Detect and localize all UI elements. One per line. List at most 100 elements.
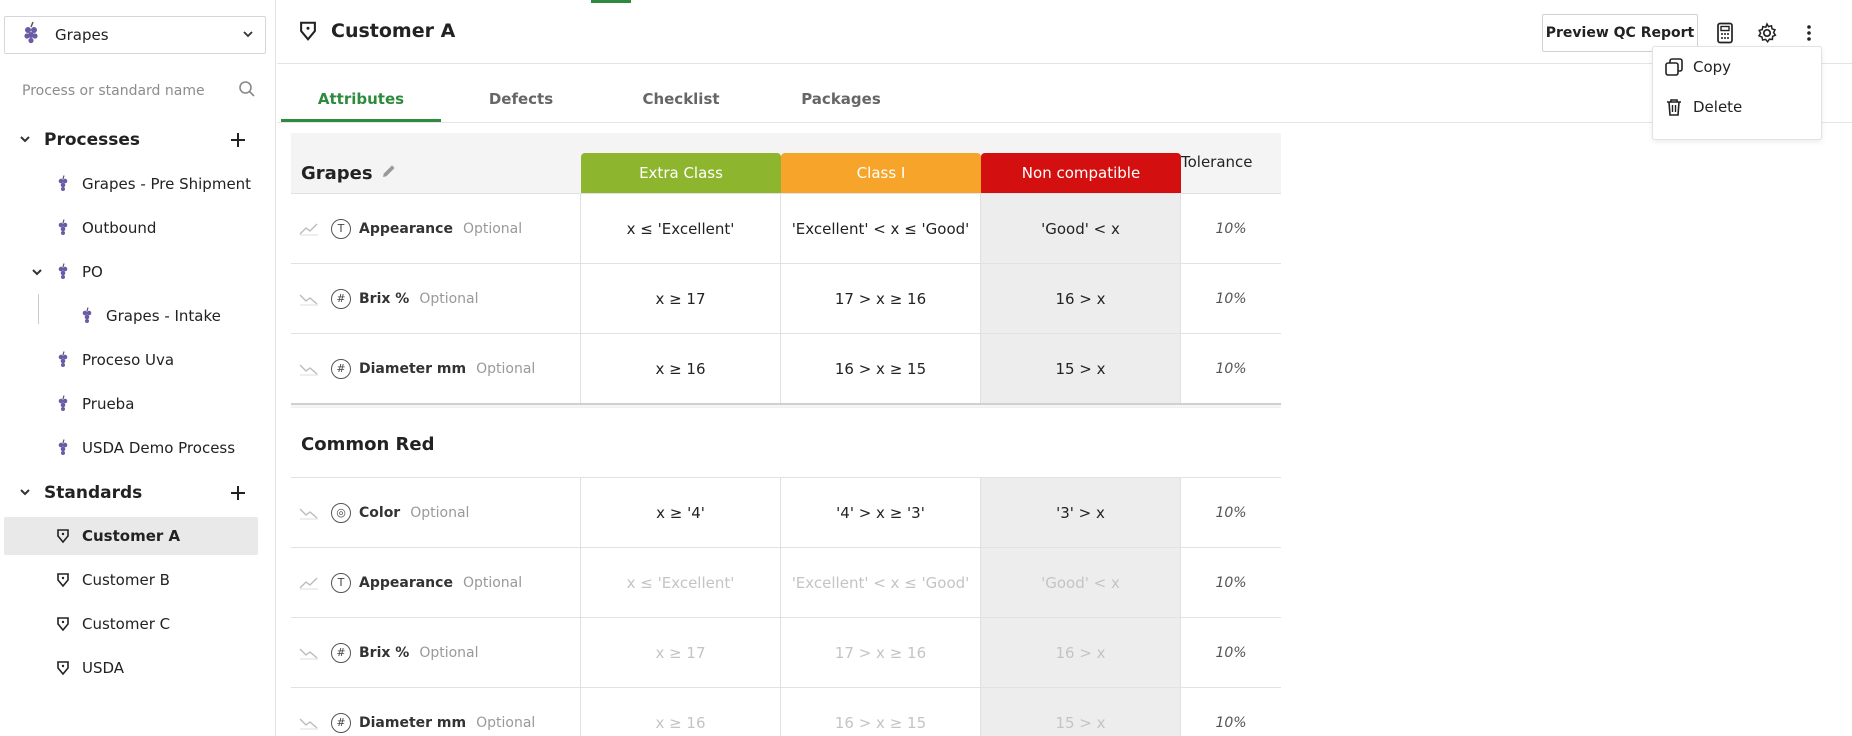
non-compatible-rule[interactable]: '3' > x xyxy=(981,478,1181,547)
class-i-rule[interactable]: 17 > x ≥ 16 xyxy=(781,264,981,333)
gear-icon[interactable] xyxy=(1754,20,1780,46)
add-standard-button[interactable] xyxy=(216,484,260,502)
grape-icon xyxy=(21,21,41,49)
extra-class-rule[interactable]: x ≥ 17 xyxy=(581,618,781,687)
page-title: Customer A xyxy=(297,20,455,42)
trend-down-icon xyxy=(299,506,321,520)
non-compatible-rule[interactable]: 16 > x xyxy=(981,264,1181,333)
tolerance-value[interactable]: 10% xyxy=(1181,334,1281,403)
non-compatible-rule[interactable]: 'Good' < x xyxy=(981,548,1181,617)
chevron-down-icon[interactable] xyxy=(30,265,54,279)
table-row[interactable]: # Brix % Optional x ≥ 17 17 > x ≥ 16 16 > … xyxy=(291,263,1281,333)
search-input[interactable] xyxy=(22,83,238,99)
extra-class-rule[interactable]: x ≥ '4' xyxy=(581,478,781,547)
class-i-rule[interactable]: 16 > x ≥ 15 xyxy=(781,688,981,736)
menu-item-delete[interactable]: Delete xyxy=(1653,87,1821,127)
sidebar-item-label: Grapes - Intake xyxy=(106,307,221,325)
grade-class-i: Class I xyxy=(781,153,981,193)
chevron-down-icon[interactable] xyxy=(18,484,32,503)
menu-item-copy[interactable]: Copy xyxy=(1653,47,1821,87)
class-i-rule[interactable]: 'Excellent' < x ≤ 'Good' xyxy=(781,194,981,263)
page-title-text: Customer A xyxy=(331,20,456,42)
group-header: Grapes Extra Class Class I Non compatibl… xyxy=(291,133,1281,193)
sidebar-item-process[interactable]: PO xyxy=(4,253,258,291)
sidebar-item-process[interactable]: Outbound xyxy=(4,209,258,247)
number-type-icon: # xyxy=(331,288,351,309)
tolerance-value[interactable]: 10% xyxy=(1181,194,1281,263)
tab-attributes[interactable]: Attributes xyxy=(281,80,441,122)
sidebar-item-label: Proceso Uva xyxy=(82,351,175,369)
tolerance-value[interactable]: 10% xyxy=(1181,548,1281,617)
optional-label: Optional xyxy=(476,714,536,731)
tolerance-value[interactable]: 10% xyxy=(1181,688,1281,736)
sidebar-item-standard[interactable]: Customer C xyxy=(4,605,258,643)
sidebar-item-process[interactable]: Prueba xyxy=(4,385,258,423)
sidebar-item-process[interactable]: Grapes - Pre Shipment xyxy=(4,165,258,203)
trend-down-icon xyxy=(299,646,321,660)
tag-icon xyxy=(54,616,72,632)
non-compatible-rule[interactable]: 15 > x xyxy=(981,334,1181,403)
sidebar-item-process[interactable]: Grapes - Intake xyxy=(4,297,258,335)
chevron-down-icon[interactable] xyxy=(18,131,32,150)
tab-checklist[interactable]: Checklist xyxy=(601,80,761,122)
grape-icon xyxy=(54,175,72,193)
extra-class-rule[interactable]: x ≤ 'Excellent' xyxy=(581,194,781,263)
trend-down-icon xyxy=(299,362,321,376)
grade-extra-class: Extra Class xyxy=(581,153,781,193)
sidebar-item-process[interactable]: Proceso Uva xyxy=(4,341,258,379)
grape-icon xyxy=(54,219,72,237)
sidebar-item-standard[interactable]: USDA xyxy=(4,649,258,687)
grape-icon xyxy=(54,351,72,369)
calculator-icon[interactable] xyxy=(1712,20,1738,46)
table-row[interactable]: # Diameter mm Optional x ≥ 16 16 > x ≥ 15 … xyxy=(291,333,1281,403)
sidebar-item-standard[interactable]: Customer B xyxy=(4,561,258,599)
tolerance-value[interactable]: 10% xyxy=(1181,478,1281,547)
app-root: Grapes Processes Grapes - Pre Shipment O… xyxy=(0,0,1852,736)
table-row[interactable]: # Diameter mm Optional x ≥ 16 16 > x ≥ 15 … xyxy=(291,687,1281,736)
header: Customer A Preview QC Report xyxy=(277,0,1852,64)
crop-selector[interactable]: Grapes xyxy=(4,16,266,54)
extra-class-rule[interactable]: x ≥ 17 xyxy=(581,264,781,333)
sidebar: Grapes Processes Grapes - Pre Shipment O… xyxy=(0,0,276,736)
non-compatible-rule[interactable]: 'Good' < x xyxy=(981,194,1181,263)
non-compatible-rule[interactable]: 15 > x xyxy=(981,688,1181,736)
class-i-rule[interactable]: '4' > x ≥ '3' xyxy=(781,478,981,547)
table-row[interactable]: # Brix % Optional x ≥ 17 17 > x ≥ 16 16 > … xyxy=(291,617,1281,687)
tag-icon xyxy=(297,20,319,42)
table-row[interactable]: T Appearance Optional x ≤ 'Excellent' 'Exc… xyxy=(291,547,1281,617)
tab-packages[interactable]: Packages xyxy=(761,80,921,122)
trend-down-icon xyxy=(299,292,321,306)
tabs-divider xyxy=(277,122,1852,123)
number-type-icon: # xyxy=(331,358,351,379)
add-process-button[interactable] xyxy=(216,131,260,149)
processes-section-header[interactable]: Processes xyxy=(0,118,276,162)
edit-icon[interactable] xyxy=(379,161,399,185)
standards-title: Standards xyxy=(44,483,143,503)
class-i-rule[interactable]: 17 > x ≥ 16 xyxy=(781,618,981,687)
grape-icon xyxy=(54,395,72,413)
trend-up-icon xyxy=(299,576,321,590)
sidebar-item-standard[interactable]: Customer A xyxy=(4,517,258,555)
table-row[interactable]: ◎ Color Optional x ≥ '4' '4' > x ≥ '3' '3'… xyxy=(291,477,1281,547)
processes-title: Processes xyxy=(44,130,141,150)
sidebar-item-process[interactable]: USDA Demo Process xyxy=(4,429,258,467)
group-name: Common Red xyxy=(301,434,435,455)
extra-class-rule[interactable]: x ≥ 16 xyxy=(581,334,781,403)
attribute-name: Brix % xyxy=(359,644,410,661)
more-vertical-icon[interactable] xyxy=(1796,20,1822,46)
tolerance-value[interactable]: 10% xyxy=(1181,264,1281,333)
table-row[interactable]: T Appearance Optional x ≤ 'Excellent' 'Exc… xyxy=(291,193,1281,263)
search-icon[interactable] xyxy=(238,80,256,102)
class-i-rule[interactable]: 16 > x ≥ 15 xyxy=(781,334,981,403)
extra-class-rule[interactable]: x ≥ 16 xyxy=(581,688,781,736)
tolerance-header: Tolerance xyxy=(1181,153,1253,171)
optional-label: Optional xyxy=(462,574,523,591)
non-compatible-rule[interactable]: 16 > x xyxy=(981,618,1181,687)
standards-section-header[interactable]: Standards xyxy=(0,471,276,515)
class-i-rule[interactable]: 'Excellent' < x ≤ 'Good' xyxy=(781,548,981,617)
group-header: Common Red xyxy=(291,407,1281,477)
tab-defects[interactable]: Defects xyxy=(441,80,601,122)
sidebar-item-label: Customer B xyxy=(82,571,170,589)
extra-class-rule[interactable]: x ≤ 'Excellent' xyxy=(581,548,781,617)
tolerance-value[interactable]: 10% xyxy=(1181,618,1281,687)
